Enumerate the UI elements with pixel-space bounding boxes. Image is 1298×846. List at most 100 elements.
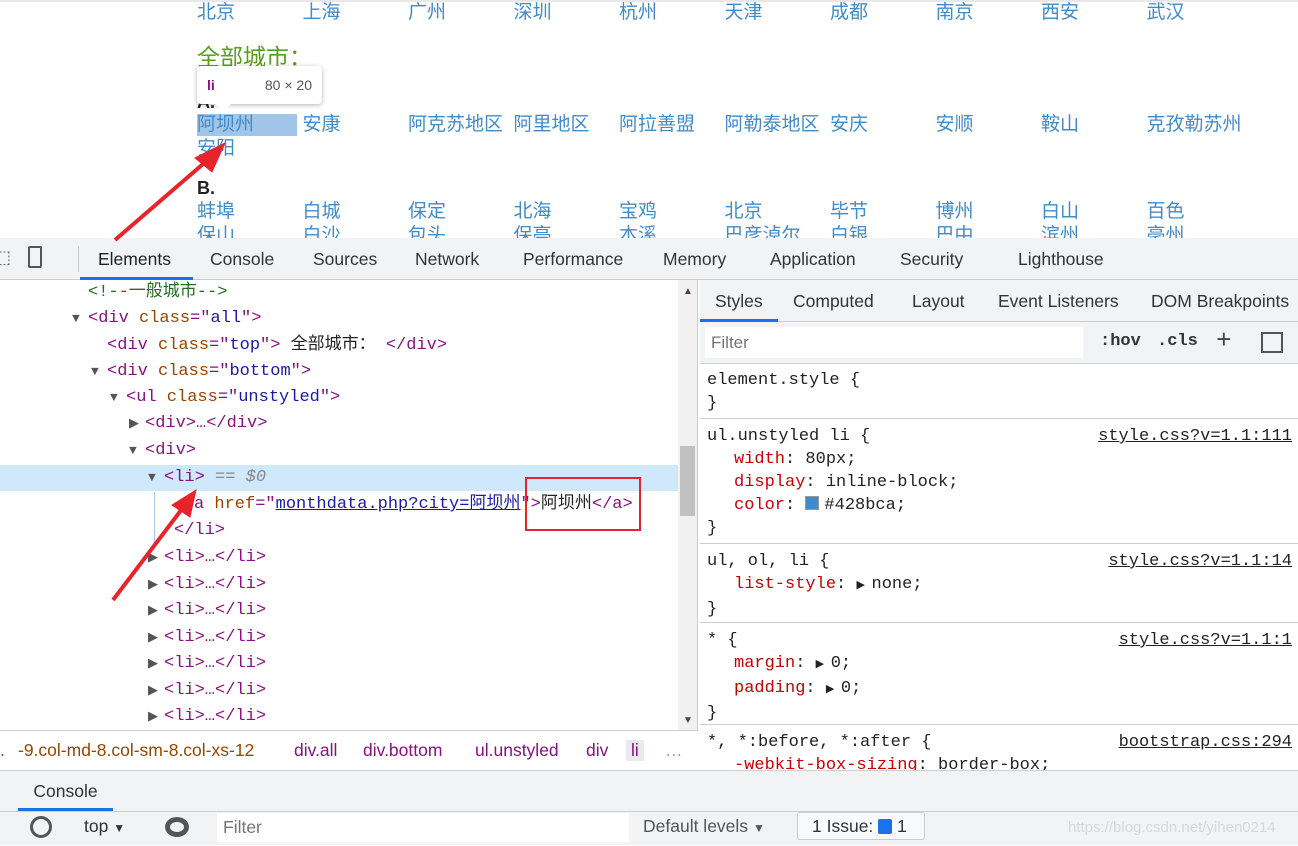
styles-tab-layout[interactable]: Layout bbox=[912, 291, 965, 312]
elements-scrollbar[interactable]: ▲ ▼ bbox=[678, 280, 698, 730]
rule-source-link[interactable]: bootstrap.css:294 bbox=[1119, 731, 1292, 754]
log-levels-dropdown[interactable]: Default levels ▼ bbox=[643, 816, 765, 837]
city-link[interactable]: 北海 bbox=[514, 201, 552, 223]
city-link[interactable]: 北京 bbox=[197, 2, 235, 24]
city-link[interactable]: 白沙 bbox=[303, 225, 341, 238]
dom-node-div-top[interactable]: <div class="top"> 全部城市： </div> bbox=[0, 333, 678, 359]
styles-tab-event-listeners[interactable]: Event Listeners bbox=[998, 291, 1119, 312]
city-link[interactable]: 毕节 bbox=[830, 201, 868, 223]
dom-comment[interactable]: <!--一般城市--> bbox=[0, 280, 678, 306]
context-selector[interactable]: top ▼ bbox=[84, 816, 125, 837]
dom-node-li[interactable]: ▶ <li>…</li> bbox=[0, 678, 678, 704]
dom-node-li[interactable]: ▶ <li>…</li> bbox=[0, 704, 678, 730]
css-property[interactable]: display: inline-block; bbox=[707, 471, 1291, 494]
city-link[interactable]: 宝鸡 bbox=[619, 201, 657, 223]
city-link[interactable]: 克孜勒苏州 bbox=[1147, 114, 1242, 136]
city-link[interactable]: 安庆 bbox=[830, 114, 868, 136]
city-link[interactable]: 西安 bbox=[1041, 2, 1079, 24]
issues-button[interactable]: 1 Issue: 1 bbox=[797, 812, 925, 840]
dom-node-li[interactable]: ▶ <li>…</li> bbox=[0, 572, 678, 598]
city-link[interactable]: 广州 bbox=[408, 2, 446, 24]
city-link[interactable]: 上海 bbox=[303, 2, 341, 24]
breadcrumb-item[interactable]: ul.unstyled bbox=[475, 740, 559, 761]
tab-security[interactable]: Security bbox=[900, 249, 963, 270]
inspect-icon[interactable]: ⬚ bbox=[0, 247, 11, 268]
city-link[interactable]: 杭州 bbox=[619, 2, 657, 24]
clear-console-icon[interactable] bbox=[30, 816, 52, 838]
expanded-triangle-icon[interactable]: ▼ bbox=[72, 306, 88, 332]
dom-node-div-collapsed[interactable]: ▶ <div>…</div> bbox=[0, 411, 678, 437]
tab-memory[interactable]: Memory bbox=[663, 249, 726, 270]
drawer-tab-console[interactable]: Console bbox=[18, 771, 113, 811]
tab-application[interactable]: Application bbox=[770, 249, 856, 270]
rule-source-link[interactable]: style.css?v=1.1:14 bbox=[1108, 550, 1292, 573]
breadcrumb-item[interactable]: div.all bbox=[294, 740, 337, 761]
city-link[interactable]: 巴彦淖尔 bbox=[725, 225, 801, 238]
expanded-triangle-icon[interactable]: ▼ bbox=[110, 385, 126, 411]
cls-button[interactable]: .cls bbox=[1157, 332, 1198, 351]
city-link[interactable]: 保定 bbox=[408, 201, 446, 223]
scroll-thumb[interactable] bbox=[680, 446, 695, 516]
city-link[interactable]: 深圳 bbox=[514, 2, 552, 24]
css-property[interactable]: width: 80px; bbox=[707, 448, 1291, 471]
css-property[interactable]: list-style: ▶ none; bbox=[707, 573, 1291, 598]
rule-source-link[interactable]: style.css?v=1.1:111 bbox=[1098, 425, 1292, 448]
tab-network[interactable]: Network bbox=[415, 249, 479, 270]
styles-filter-input[interactable] bbox=[705, 327, 1083, 358]
city-link[interactable]: 阿勒泰地区 bbox=[725, 114, 820, 136]
dom-node-ul[interactable]: ▼ <ul class="unstyled"> bbox=[0, 385, 678, 411]
city-link[interactable]: 白山 bbox=[1041, 201, 1079, 223]
new-rule-plus-icon[interactable]: + bbox=[1216, 326, 1232, 356]
collapsed-triangle-icon[interactable]: ▶ bbox=[129, 411, 145, 437]
tab-console[interactable]: Console bbox=[210, 249, 274, 270]
collapsed-triangle-icon[interactable]: ▶ bbox=[148, 651, 164, 677]
city-link[interactable]: 包头 bbox=[408, 225, 446, 238]
city-link[interactable]: 安顺 bbox=[936, 114, 974, 136]
city-link[interactable]: 保亭 bbox=[514, 225, 552, 238]
city-link[interactable]: 北京 bbox=[725, 201, 763, 223]
hov-button[interactable]: :hov bbox=[1100, 332, 1141, 351]
tab-elements[interactable]: Elements bbox=[98, 249, 171, 270]
tab-sources[interactable]: Sources bbox=[313, 249, 377, 270]
dom-node-li[interactable]: ▶ <li>…</li> bbox=[0, 625, 678, 651]
dom-node-div-bottom[interactable]: ▼ <div class="bottom"> bbox=[0, 359, 678, 385]
collapsed-triangle-icon[interactable]: ▶ bbox=[148, 545, 164, 571]
city-link[interactable]: 白城 bbox=[303, 201, 341, 223]
device-toggle-icon[interactable] bbox=[28, 246, 42, 268]
scroll-up-icon[interactable]: ▲ bbox=[683, 286, 693, 297]
tab-lighthouse[interactable]: Lighthouse bbox=[1018, 249, 1104, 270]
console-filter-input[interactable] bbox=[217, 813, 629, 842]
city-link[interactable]: 巴中 bbox=[936, 225, 974, 238]
dom-node-div-all[interactable]: ▼ <div class="all"> bbox=[0, 306, 678, 332]
styles-tab-styles[interactable]: Styles bbox=[715, 291, 763, 312]
city-link[interactable]: 安阳 bbox=[197, 138, 235, 160]
dom-node-div-open[interactable]: ▼ <div> bbox=[0, 438, 678, 464]
city-link[interactable]: 武汉 bbox=[1147, 2, 1185, 24]
toggle-sidebar-icon[interactable] bbox=[1261, 332, 1283, 353]
breadcrumb-item[interactable]: li bbox=[626, 740, 644, 761]
city-link[interactable]: 阿坝州 bbox=[197, 114, 297, 136]
breadcrumb-item[interactable]: div bbox=[586, 740, 608, 761]
eye-icon[interactable] bbox=[165, 817, 189, 837]
city-link[interactable]: 白银 bbox=[830, 225, 868, 238]
city-link[interactable]: 亳州 bbox=[1147, 225, 1185, 238]
scroll-down-icon[interactable]: ▼ bbox=[683, 715, 693, 726]
city-link[interactable]: 蚌埠 bbox=[197, 201, 235, 223]
city-link[interactable]: 成都 bbox=[830, 2, 868, 24]
dom-node-li[interactable]: ▶ <li>…</li> bbox=[0, 598, 678, 624]
rule-source-link[interactable]: style.css?v=1.1:1 bbox=[1119, 629, 1292, 652]
city-link[interactable]: 南京 bbox=[936, 2, 974, 24]
city-link[interactable]: 阿拉善盟 bbox=[619, 114, 695, 136]
href-link[interactable]: monthdata.php?city=阿坝州 bbox=[276, 495, 521, 514]
breadcrumb-item[interactable]: -9.col-md-8.col-sm-8.col-xs-12 bbox=[18, 740, 254, 761]
more-icon[interactable]: … bbox=[665, 740, 683, 761]
city-link[interactable]: 安康 bbox=[303, 114, 341, 136]
expanded-triangle-icon[interactable]: ▼ bbox=[91, 359, 107, 385]
dom-node-li[interactable]: ▶ <li>…</li> bbox=[0, 651, 678, 677]
css-property[interactable]: color: #428bca; bbox=[707, 494, 1291, 517]
tab-performance[interactable]: Performance bbox=[523, 249, 623, 270]
collapsed-triangle-icon[interactable]: ▶ bbox=[148, 678, 164, 704]
collapsed-triangle-icon[interactable]: ▶ bbox=[148, 704, 164, 730]
breadcrumb-item[interactable]: div.bottom bbox=[363, 740, 442, 761]
city-link[interactable]: 阿里地区 bbox=[514, 114, 590, 136]
